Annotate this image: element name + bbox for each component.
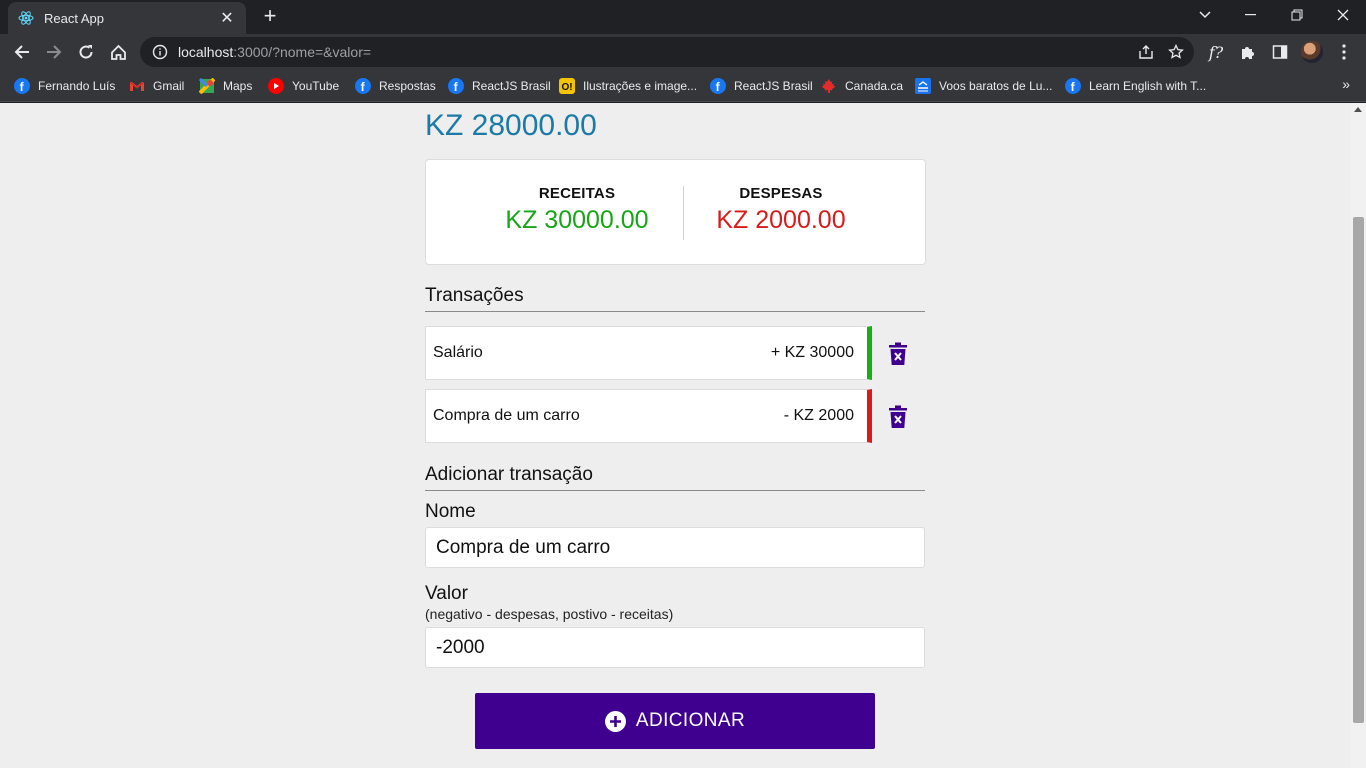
menu-kebab-icon[interactable]	[1330, 38, 1358, 66]
scroll-up-arrow-icon[interactable]	[1354, 107, 1362, 112]
browser-toolbar: localhost:3000/?nome=&valor= f?	[0, 34, 1366, 70]
bookmark-item[interactable]: Canada.ca	[821, 76, 903, 96]
bookmark-label: Voos baratos de Lu...	[939, 79, 1053, 93]
bookmark-item[interactable]: f Learn English with T...	[1065, 76, 1206, 96]
bookmark-label: Canada.ca	[845, 79, 904, 93]
bookmark-item[interactable]: O! Ilustrações e image...	[559, 76, 697, 96]
home-icon[interactable]	[104, 38, 132, 66]
bookmark-label: YouTube	[292, 79, 340, 93]
transaction-amount: - KZ 2000	[783, 407, 854, 424]
income-value: KZ 30000.00	[505, 206, 649, 234]
page-viewport: KZ 28000.00 RECEITAS KZ 30000.00 DESPESA…	[0, 103, 1366, 768]
tab-title: React App	[44, 10, 104, 26]
bookmark-label: ReactJS Brasil	[734, 79, 813, 93]
add-transaction-title: Adicionar transação	[425, 464, 925, 491]
bookmark-item[interactable]: f Respostas	[355, 76, 436, 96]
bookmark-item[interactable]: Gmail	[129, 76, 184, 96]
reload-icon[interactable]	[72, 38, 100, 66]
back-icon[interactable]	[8, 38, 36, 66]
facebook-icon: f	[710, 78, 726, 94]
bookmark-star-icon[interactable]	[1164, 40, 1188, 64]
bookmark-item[interactable]: YouTube	[268, 76, 339, 96]
scroll-thumb[interactable]	[1353, 217, 1364, 723]
bookmark-item[interactable]: Maps	[199, 76, 252, 96]
bookmark-label: Maps	[223, 79, 253, 93]
transaction-amount: + KZ 30000	[770, 344, 854, 361]
flights-icon	[915, 78, 931, 94]
react-icon	[18, 10, 34, 26]
restore-icon[interactable]	[1274, 0, 1320, 30]
browser-tab[interactable]: React App ✕	[8, 2, 246, 34]
extensions-icon[interactable]	[1234, 38, 1262, 66]
bookmarks-bar: f Fernando Luís Gmail Maps YouTube f Res…	[0, 70, 1366, 102]
forward-icon[interactable]	[40, 38, 68, 66]
facebook-icon: f	[14, 78, 30, 94]
maple-leaf-icon	[821, 78, 837, 94]
more-bookmarks-icon[interactable]: »	[1342, 76, 1350, 92]
value-input[interactable]	[425, 627, 925, 668]
name-label: Nome	[425, 501, 476, 522]
close-window-icon[interactable]	[1320, 0, 1366, 30]
transactions-title: Transações	[425, 285, 925, 312]
value-label: Valor	[425, 583, 468, 604]
balance-value: KZ 28000.00	[425, 109, 597, 142]
ouch-icon: O!	[559, 78, 575, 94]
trash-icon	[889, 342, 907, 365]
bookmark-label: Gmail	[153, 79, 185, 93]
url-host: localhost	[178, 44, 234, 60]
trash-icon	[889, 405, 907, 428]
bookmark-item[interactable]: f ReactJS Brasil	[710, 76, 813, 96]
expense-value: KZ 2000.00	[716, 206, 846, 234]
youtube-icon	[268, 78, 284, 94]
expense-label: DESPESAS	[739, 185, 823, 202]
info-icon[interactable]	[152, 44, 168, 60]
address-bar[interactable]: localhost:3000/?nome=&valor=	[140, 37, 1194, 67]
facebook-icon: f	[355, 78, 371, 94]
bookmark-label: ReactJS Brasil	[472, 79, 551, 93]
fonts-extension-icon[interactable]: f?	[1202, 38, 1230, 66]
transaction-item: Compra de um carro - KZ 2000	[425, 389, 872, 443]
maps-icon	[199, 78, 215, 94]
delete-transaction-button[interactable]	[888, 341, 908, 367]
profile-avatar[interactable]	[1298, 38, 1326, 66]
window-controls	[1182, 0, 1366, 30]
page-scrollbar[interactable]	[1351, 103, 1366, 768]
bookmark-item[interactable]: Voos baratos de Lu...	[915, 76, 1052, 96]
add-button[interactable]: ADICIONAR	[475, 693, 875, 749]
share-icon[interactable]	[1134, 40, 1158, 64]
transaction-name: Salário	[433, 344, 483, 361]
facebook-icon: f	[1065, 78, 1081, 94]
name-input[interactable]	[425, 527, 925, 568]
value-hint: (negativo - despesas, postivo - receitas…	[425, 606, 674, 622]
bookmark-item[interactable]: f ReactJS Brasil	[448, 76, 551, 96]
new-tab-icon[interactable]: +	[258, 4, 282, 28]
add-button-label: ADICIONAR	[635, 710, 746, 731]
plus-circle-icon	[604, 710, 626, 732]
bookmark-label: Respostas	[379, 79, 436, 93]
gmail-icon	[129, 78, 145, 94]
svg-text:O!: O!	[562, 82, 573, 93]
summary-card: RECEITAS KZ 30000.00 DESPESAS KZ 2000.00	[425, 159, 926, 265]
delete-transaction-button[interactable]	[888, 404, 908, 430]
bookmark-label: Learn English with T...	[1089, 79, 1207, 93]
bookmark-item[interactable]: f Fernando Luís	[14, 76, 115, 96]
transaction-name: Compra de um carro	[433, 407, 580, 424]
expense-column: DESPESAS KZ 2000.00	[681, 185, 881, 235]
facebook-icon: f	[448, 78, 464, 94]
side-panel-icon[interactable]	[1266, 38, 1294, 66]
bookmark-label: Ilustrações e image...	[583, 79, 698, 93]
income-label: RECEITAS	[538, 185, 616, 202]
bookmark-label: Fernando Luís	[38, 79, 116, 93]
minimize-icon[interactable]	[1228, 0, 1274, 30]
tab-strip: React App ✕ +	[0, 0, 1366, 34]
income-column: RECEITAS KZ 30000.00	[477, 185, 677, 235]
url-path: :3000/?nome=&valor=	[233, 44, 372, 60]
tab-search-icon[interactable]	[1182, 0, 1228, 30]
url-text: localhost:3000/?nome=&valor=	[178, 44, 371, 60]
close-tab-icon[interactable]: ✕	[218, 8, 236, 28]
transaction-item: Salário + KZ 30000	[425, 326, 872, 380]
